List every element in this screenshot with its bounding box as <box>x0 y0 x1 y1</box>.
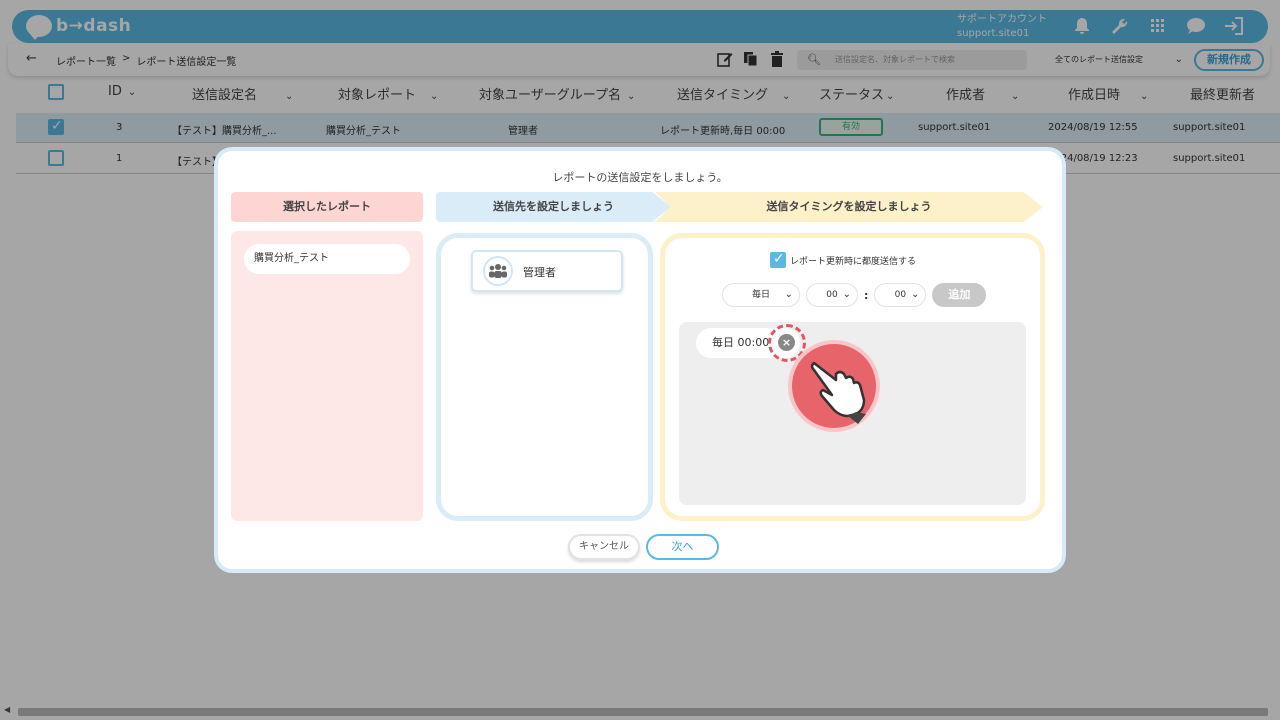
send-settings-modal: レポートの送信設定をしましょう。 選択したレポート 送信先を設定しましょう 送信… <box>214 147 1066 573</box>
hour-value: 00 <box>826 290 838 300</box>
selected-report-chip: 購買分析_テスト <box>244 244 410 274</box>
chevron-down-icon: ⌄ <box>784 289 793 300</box>
users-icon <box>483 256 513 286</box>
step-destination: 送信先を設定しましょう <box>436 192 671 222</box>
user-group-label: 管理者 <box>523 266 556 279</box>
send-on-update-checkbox[interactable] <box>770 251 786 268</box>
time-separator: : <box>864 288 869 302</box>
user-group-chip[interactable]: 管理者 <box>471 250 623 292</box>
minute-value: 00 <box>894 290 907 300</box>
destination-panel: 管理者 <box>436 233 653 521</box>
add-timing-button[interactable]: 追加 <box>932 283 987 307</box>
cancel-button[interactable]: キャンセル <box>568 534 640 560</box>
timing-panel: レポート更新時に都度送信する 毎日 ⌄ 00 ⌄ : 00 ⌄ 追加 毎日 00… <box>660 233 1045 521</box>
send-on-update-label: レポート更新時に都度送信する <box>790 256 917 267</box>
chevron-down-icon: ⌄ <box>911 289 920 300</box>
hand-pointer-icon <box>788 340 880 432</box>
frequency-value: 毎日 <box>751 290 770 300</box>
step-timing: 送信タイミングを設定しましょう <box>655 192 1043 222</box>
modal-title: レポートの送信設定をしましょう。 <box>552 171 728 184</box>
selected-report-panel: 購買分析_テスト <box>231 231 423 521</box>
chevron-down-icon: ⌄ <box>842 289 851 300</box>
send-on-update-option[interactable]: レポート更新時に都度送信する <box>770 251 917 268</box>
frequency-select[interactable]: 毎日 ⌄ <box>722 283 800 307</box>
minute-select[interactable]: 00 ⌄ <box>874 283 927 307</box>
step-selected-report: 選択したレポート <box>231 192 423 222</box>
timing-selector-row: 毎日 ⌄ 00 ⌄ : 00 ⌄ 追加 <box>722 283 987 307</box>
next-button[interactable]: 次へ <box>646 534 719 560</box>
timing-list: 毎日 00:00 × <box>679 322 1026 505</box>
hour-select[interactable]: 00 ⌄ <box>806 283 858 307</box>
